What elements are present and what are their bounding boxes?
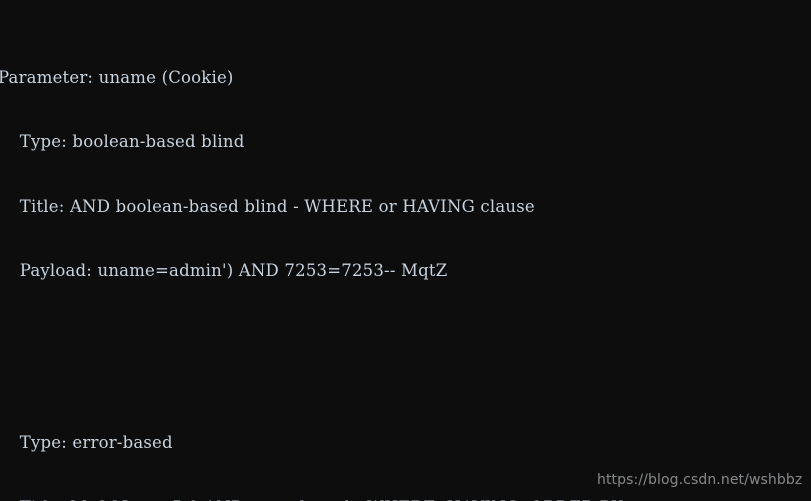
terminal-output: Parameter: uname (Cookie) Type: boolean-… [0,0,811,501]
technique-boolean-title: Title: AND boolean-based blind - WHERE o… [0,196,535,216]
technique-error-type: Type: error-based [0,433,173,452]
terminal-window: Parameter: uname (Cookie) Type: boolean-… [0,0,811,501]
technique-boolean-payload: Payload: uname=admin') AND 7253=7253-- M… [0,261,448,280]
technique-boolean-type: Type: boolean-based blind [0,132,245,151]
parameter-header-line: Parameter: uname (Cookie) [0,67,234,87]
technique-error-title: Title: MySQL >= 5.0 AND error-based - WH… [0,497,811,501]
